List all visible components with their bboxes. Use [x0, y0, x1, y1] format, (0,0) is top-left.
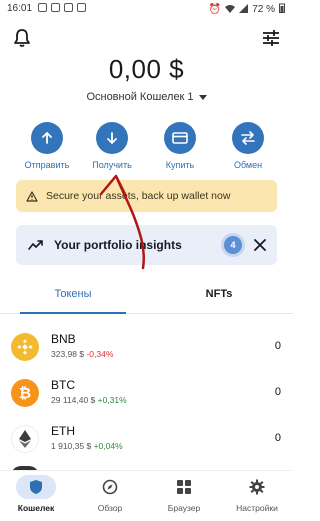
notification-icons: [38, 3, 86, 12]
buy-label: Купить: [165, 160, 195, 170]
shield-icon: [16, 475, 56, 499]
nav-browser[interactable]: Браузер: [153, 475, 215, 513]
token-amount: 0: [274, 340, 281, 352]
nav-settings[interactable]: Настройки: [226, 475, 288, 513]
wifi-icon: [225, 4, 236, 16]
receive-label: Получить: [92, 160, 132, 170]
eth-logo-icon: [11, 425, 39, 453]
status-time: 16:01: [7, 3, 33, 14]
card-icon: [164, 122, 196, 154]
trend-icon: [28, 240, 44, 250]
token-price: 29 114,40 $ +0,31%: [51, 395, 127, 405]
battery-icon: [279, 3, 285, 16]
backup-warning-banner[interactable]: Secure your assets, back up wallet now: [16, 180, 277, 212]
swap-icon: [232, 122, 264, 154]
price-value: 1 910,35 $: [51, 441, 92, 451]
close-icon[interactable]: [253, 238, 267, 252]
send-label: Отправить: [24, 160, 70, 170]
token-price: 1 910,35 $ +0,04%: [51, 441, 123, 451]
nav-wallet-label: Кошелек: [17, 503, 55, 513]
portfolio-insights-card[interactable]: Your portfolio insights 4: [16, 225, 277, 265]
chevron-down-icon: [198, 94, 207, 100]
token-name: ETH: [51, 424, 75, 438]
receive-button[interactable]: Получить: [77, 122, 147, 170]
insights-count-badge: 4: [224, 236, 242, 254]
tab-nfts[interactable]: NFTs: [146, 279, 292, 313]
battery-text: 72 %: [252, 4, 275, 15]
insights-text: Your portfolio insights: [54, 238, 182, 252]
nav-discover[interactable]: Обзор: [79, 475, 141, 513]
btc-symbol-glyph: ₿: [18, 384, 32, 402]
flag-icon: [77, 3, 86, 12]
nav-wallet[interactable]: Кошелек: [5, 475, 67, 513]
gear-icon: [237, 475, 277, 499]
wallet-name: Основной Кошелек 1: [86, 91, 194, 103]
arrow-down-icon: [96, 122, 128, 154]
top-bar: [0, 28, 293, 52]
token-list: BNB 323,98 $ -0,34% 0 ₿ BTC 29 114,40 $ …: [0, 324, 293, 462]
buy-button[interactable]: Купить: [145, 122, 215, 170]
token-name: BTC: [51, 378, 75, 392]
status-bar: 16:01 ⏰ 72 %: [0, 0, 293, 18]
token-amount: 0: [274, 386, 281, 398]
tab-indicator: [20, 312, 126, 314]
tab-tokens[interactable]: Токены: [0, 279, 146, 314]
swap-label: Обмен: [233, 160, 263, 170]
filter-settings-icon[interactable]: [261, 28, 281, 48]
image-icon: [64, 3, 73, 12]
system-icons: ⏰ 72 %: [209, 3, 285, 16]
nav-browser-label: Браузер: [167, 503, 201, 513]
bnb-logo-icon: [11, 333, 39, 361]
tab-nfts-label: NFTs: [205, 288, 233, 300]
total-balance: 0,00 $: [108, 54, 185, 84]
token-amount: 0: [274, 432, 281, 444]
price-change: +0,04%: [93, 441, 123, 451]
compass-icon: [90, 475, 130, 499]
nav-settings-label: Настройки: [236, 503, 278, 513]
price-value: 29 114,40 $: [51, 395, 96, 405]
token-row-btc[interactable]: ₿ BTC 29 114,40 $ +0,31% 0: [0, 370, 293, 416]
price-value: 323,98 $: [51, 349, 85, 359]
token-name: BNB: [51, 332, 76, 346]
token-price: 323,98 $ -0,34%: [51, 349, 113, 359]
price-change: -0,34%: [86, 349, 114, 359]
nav-discover-label: Обзор: [97, 503, 123, 513]
token-row-bnb[interactable]: BNB 323,98 $ -0,34% 0: [0, 324, 293, 370]
notifications-bell-icon[interactable]: [13, 28, 31, 48]
bottom-navigation: Кошелек Обзор Браузер Настройки: [0, 470, 293, 521]
btc-logo-icon: ₿: [11, 379, 39, 407]
arrow-up-icon: [31, 122, 63, 154]
warning-icon: [26, 190, 38, 202]
signal-icon: [239, 3, 249, 16]
telegram-icon: [51, 3, 60, 12]
tab-tokens-label: Токены: [54, 288, 92, 300]
price-change: +0,31%: [97, 395, 127, 405]
token-row-eth[interactable]: ETH 1 910,35 $ +0,04% 0: [0, 416, 293, 462]
action-buttons: Отправить Получить Купить Обмен: [0, 122, 293, 172]
send-button[interactable]: Отправить: [12, 122, 82, 170]
asset-tabs: Токены NFTs: [0, 279, 293, 314]
wallet-selector[interactable]: Основной Кошелек 1: [0, 91, 293, 103]
warning-text: Secure your assets, back up wallet now: [46, 190, 231, 202]
grid-icon: [164, 475, 204, 499]
notification-icon: [38, 3, 47, 12]
swap-button[interactable]: Обмен: [213, 122, 283, 170]
alarm-icon: ⏰: [208, 4, 222, 15]
